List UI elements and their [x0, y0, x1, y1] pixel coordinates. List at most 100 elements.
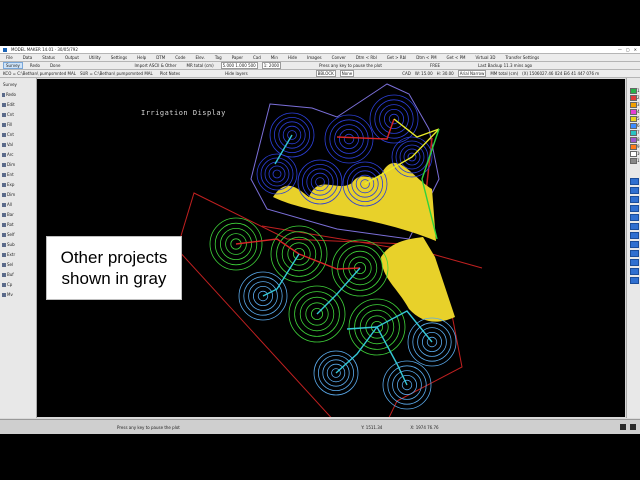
tool-bar[interactable]: Bar: [2, 212, 16, 217]
sur-file-path[interactable]: SUR = C:\Bethan\ pumpsmnted MAL: [80, 71, 153, 76]
fullscreen-icon[interactable]: [630, 424, 637, 430]
menu-item-hide[interactable]: Hide: [285, 54, 300, 61]
tool-self[interactable]: Self: [2, 232, 16, 237]
tool-fill[interactable]: Fill: [2, 122, 16, 127]
layer-visibility-toggle[interactable]: [630, 268, 639, 275]
tool-rot[interactable]: Rot: [2, 222, 16, 227]
tool-mv[interactable]: Mv: [2, 292, 16, 297]
kco-file-path[interactable]: KCO = C:\Bethan\ pumpsmnted MAL: [3, 71, 76, 76]
menu-item-min[interactable]: Min: [268, 54, 281, 61]
menu-item-dtm-pm[interactable]: Dtm < PM: [413, 54, 439, 61]
tool-label: Dim: [7, 192, 16, 197]
layer-swatch[interactable]: [630, 88, 637, 94]
layer-swatch[interactable]: [630, 102, 637, 108]
layer-swatch[interactable]: [630, 116, 637, 122]
tool-cp[interactable]: Cp: [2, 282, 16, 287]
tool-extr[interactable]: Extr: [2, 252, 16, 257]
tool-all[interactable]: All: [2, 202, 16, 207]
view-toggle-icon[interactable]: [620, 424, 627, 430]
menu-item-file[interactable]: File: [3, 54, 16, 61]
layer-visibility-toggle[interactable]: [630, 232, 639, 239]
style-select[interactable]: None: [339, 70, 355, 77]
tool-icon: [2, 262, 6, 267]
menu-item-paper[interactable]: Paper: [229, 54, 246, 61]
menu-item-code[interactable]: Code: [172, 54, 188, 61]
layer-swatch[interactable]: [630, 109, 637, 115]
tool-val[interactable]: Val: [2, 142, 16, 147]
tool-dim[interactable]: Dim: [2, 192, 16, 197]
callout-text: Other projects shown in gray: [60, 248, 168, 288]
irrigation-display-label: Irrigation Display: [141, 109, 226, 117]
menu-item-output[interactable]: Output: [62, 54, 82, 61]
layer-visibility-toggle[interactable]: [630, 250, 639, 257]
menu-item-settings[interactable]: Settings: [108, 54, 130, 61]
tool-buf[interactable]: Buf: [2, 272, 16, 277]
layer-swatch[interactable]: [630, 151, 637, 157]
layer-swatch[interactable]: [630, 158, 637, 164]
layer-visibility-toggle[interactable]: [630, 196, 639, 203]
redo-button[interactable]: Redo: [27, 62, 43, 69]
tool-label: Rot: [7, 222, 14, 227]
font-select[interactable]: Arial Narrow: [457, 70, 487, 77]
coordinate-field[interactable]: 5.000 1.000 500: [220, 62, 258, 69]
tool-sub[interactable]: Sub: [2, 242, 16, 247]
layer-visibility-toggle[interactable]: [630, 214, 639, 221]
width-field[interactable]: W: 15.00: [415, 71, 433, 76]
close-icon[interactable]: ✕: [634, 47, 640, 52]
height-field[interactable]: H: 30.00: [437, 71, 454, 76]
minimize-icon[interactable]: —: [618, 47, 622, 52]
menu-item-elev-[interactable]: Elev.: [192, 54, 207, 61]
tool-sel[interactable]: Sel: [2, 262, 16, 267]
layer-swatch[interactable]: [630, 130, 637, 136]
tool-cnt[interactable]: Cnt: [2, 112, 16, 117]
scale-field[interactable]: 1: 2000: [261, 62, 282, 69]
maximize-icon[interactable]: ▢: [626, 47, 630, 52]
import-ascii-button[interactable]: Import ASCII & Other: [132, 62, 180, 69]
menu-item-dtm[interactable]: DTM: [153, 54, 168, 61]
layer-swatch[interactable]: [630, 144, 637, 150]
tool-icon: [2, 232, 6, 237]
tool-redo[interactable]: Redo: [2, 92, 16, 97]
menu-item-utility[interactable]: Utility: [86, 54, 104, 61]
menu-item-cad[interactable]: Cad: [250, 54, 264, 61]
layer-swatch[interactable]: [630, 123, 637, 129]
tool-ent[interactable]: Ent: [2, 172, 16, 177]
layer-swatch[interactable]: [630, 95, 637, 101]
layer-swatch[interactable]: [630, 137, 637, 143]
menu-item-status[interactable]: Status: [39, 54, 58, 61]
toolbar-files: KCO = C:\Bethan\ pumpsmnted MAL SUR = C:…: [0, 70, 640, 78]
layer-select[interactable]: BBLOCK: [315, 70, 336, 77]
mr-total-button[interactable]: MR total (cm): [184, 62, 217, 69]
hide-layers-label[interactable]: Hide layers: [225, 71, 248, 76]
menu-item-help[interactable]: Help: [134, 54, 149, 61]
survey-button[interactable]: Survey: [3, 62, 23, 69]
layer-visibility-toggle[interactable]: [630, 187, 639, 194]
tool-label: Cp: [7, 282, 13, 287]
menu-item-get-pm[interactable]: Get < PM: [444, 54, 469, 61]
layer-visibility-toggle[interactable]: [630, 205, 639, 212]
tool-icon: [2, 192, 6, 197]
tool-survey[interactable]: Survey: [2, 82, 17, 87]
tool-cnt[interactable]: Cnt: [2, 132, 16, 137]
menu-item-virtual-3d[interactable]: Virtual 3D: [472, 54, 498, 61]
menu-item-get-rbl[interactable]: Get > Rbl: [384, 54, 409, 61]
tool-dim[interactable]: Dim: [2, 162, 16, 167]
menu-item-tag[interactable]: Tag: [212, 54, 225, 61]
layer-number: 8: [637, 137, 640, 142]
menu-item-images[interactable]: Images: [304, 54, 325, 61]
layer-visibility-toggle[interactable]: [630, 259, 639, 266]
tool-exp[interactable]: Exp: [2, 182, 16, 187]
menu-item-conver[interactable]: Conver: [329, 54, 349, 61]
tool-edit[interactable]: Edit: [2, 102, 16, 107]
tool-arc[interactable]: Arc: [2, 152, 16, 157]
tool-icon: [2, 142, 6, 147]
menu-item-data[interactable]: Data: [20, 54, 36, 61]
plot-notes-button[interactable]: Plot Notes: [157, 70, 183, 77]
layer-visibility-toggle[interactable]: [630, 223, 639, 230]
menu-item-dtm-rbl[interactable]: Dtm < Rbl: [353, 54, 380, 61]
menu-item-transfer-settings[interactable]: Transfer Settings: [502, 54, 542, 61]
layer-visibility-toggle[interactable]: [630, 277, 639, 284]
layer-visibility-toggle[interactable]: [630, 178, 639, 185]
layer-visibility-toggle[interactable]: [630, 241, 639, 248]
done-button[interactable]: Done: [47, 62, 64, 69]
